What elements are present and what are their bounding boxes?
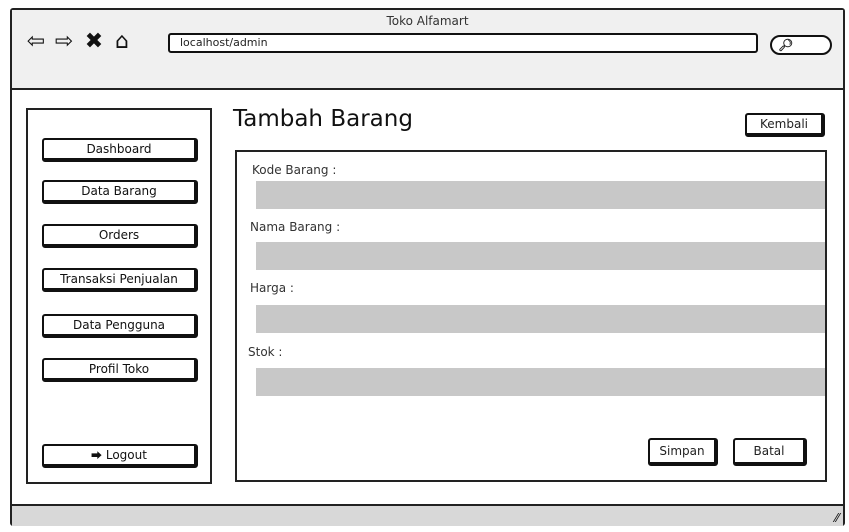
home-icon[interactable]: ⌂ — [110, 30, 134, 54]
harga-input[interactable] — [256, 305, 825, 333]
close-icon[interactable]: ✖ — [82, 30, 106, 54]
field-label-stok: Stok : — [248, 345, 283, 359]
back-button[interactable]: Kembali — [745, 113, 825, 137]
forward-arrow-icon[interactable]: ⇨ — [52, 30, 76, 54]
save-button[interactable]: Simpan — [648, 438, 718, 466]
page-title: Tambah Barang — [233, 106, 413, 132]
nama-barang-input[interactable] — [256, 242, 825, 270]
sidebar-item-profil-toko[interactable]: Profil Toko — [42, 358, 198, 382]
logout-label: Logout — [105, 448, 147, 462]
status-bar: ⁄⁄ — [12, 504, 843, 526]
logout-button[interactable]: ⮕ Logout — [42, 444, 198, 468]
stok-input[interactable] — [256, 368, 825, 396]
sidebar-item-data-pengguna[interactable]: Data Pengguna — [42, 314, 198, 338]
back-arrow-icon[interactable]: ⇦ — [24, 30, 48, 54]
search-icon: 🔎︎ — [778, 38, 794, 52]
cancel-button[interactable]: Batal — [733, 438, 807, 466]
kode-barang-input[interactable] — [256, 181, 825, 209]
resize-grip-icon[interactable]: ⁄⁄ — [835, 511, 839, 525]
search-button[interactable]: 🔎︎ — [770, 35, 832, 55]
sidebar: Dashboard Data Barang Orders Transaksi P… — [26, 108, 212, 484]
url-bar[interactable]: localhost/admin — [168, 33, 758, 53]
field-label-harga: Harga : — [250, 281, 294, 295]
sidebar-item-transaksi-penjualan[interactable]: Transaksi Penjualan — [42, 268, 198, 292]
window-title: Toko Alfamart — [386, 14, 469, 28]
field-label-nama-barang: Nama Barang : — [250, 220, 341, 234]
logout-icon: ⮕ — [91, 449, 103, 462]
sidebar-item-dashboard[interactable]: Dashboard — [42, 138, 198, 162]
field-label-kode-barang: Kode Barang : — [252, 163, 337, 177]
sidebar-item-orders[interactable]: Orders — [42, 224, 198, 248]
sidebar-item-data-barang[interactable]: Data Barang — [42, 180, 198, 204]
